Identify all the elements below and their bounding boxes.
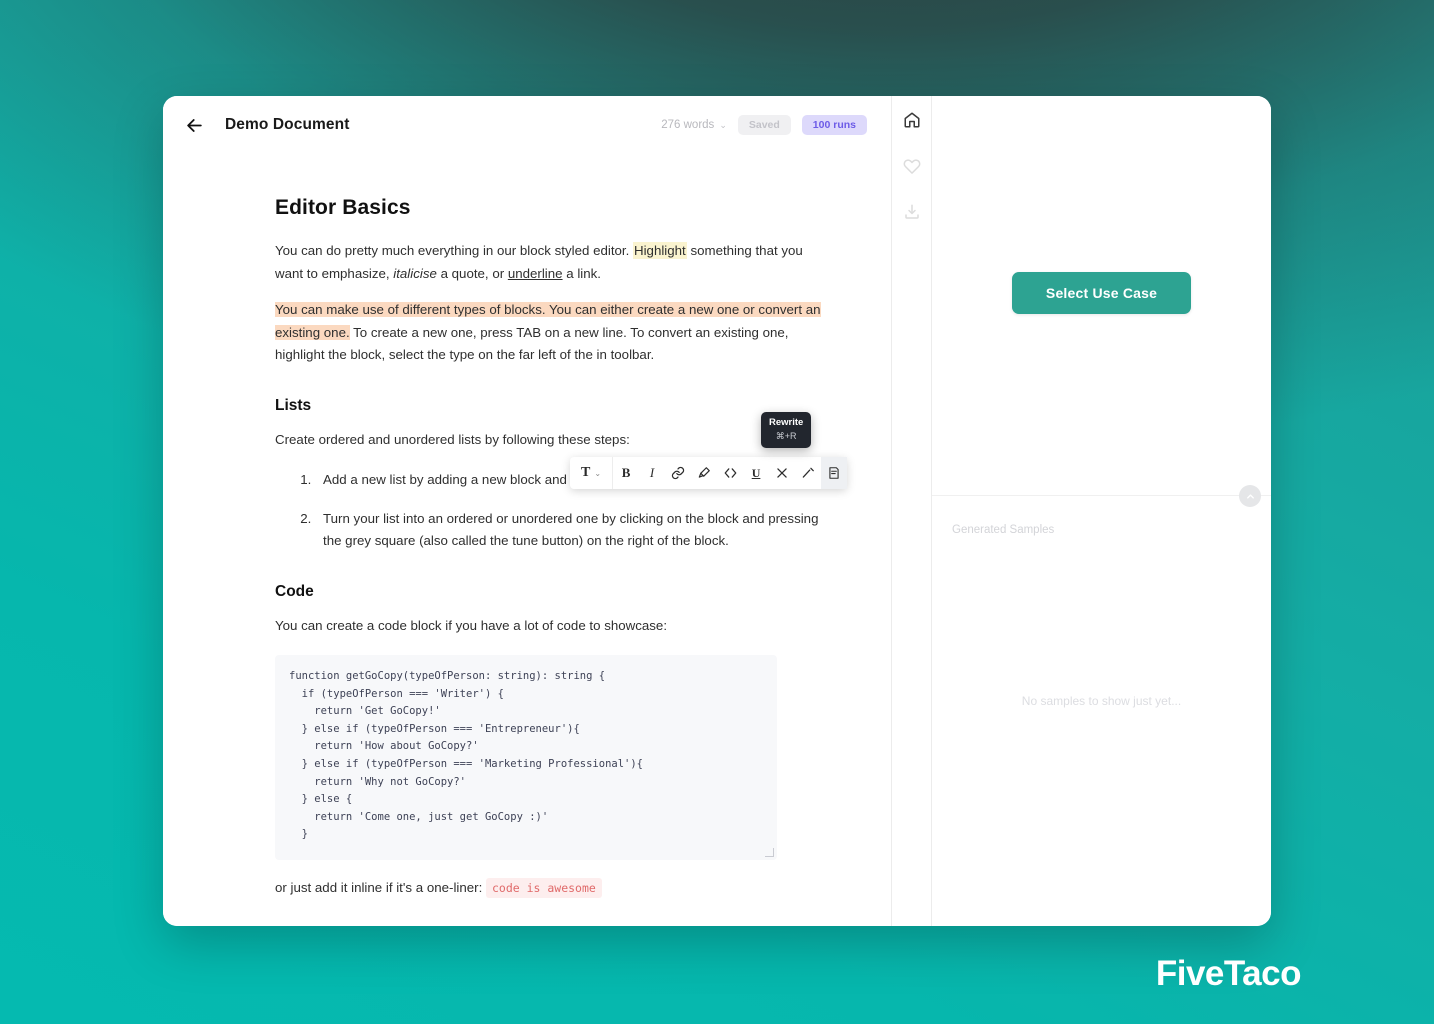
underline-icon[interactable]: U bbox=[743, 457, 769, 489]
collapse-panel-button[interactable] bbox=[1239, 485, 1261, 507]
download-icon[interactable] bbox=[900, 200, 924, 224]
italic-text: italicise bbox=[393, 265, 437, 281]
chevron-down-icon: ⌄ bbox=[594, 468, 602, 478]
use-case-area: Select Use Case bbox=[932, 96, 1271, 507]
underlined-link[interactable]: underline bbox=[508, 266, 563, 281]
text-segment: a link. bbox=[562, 265, 601, 281]
arrow-left-icon[interactable] bbox=[181, 112, 207, 138]
code-block-content: function getGoCopy(typeOfPerson: string)… bbox=[289, 670, 644, 841]
marker-icon[interactable] bbox=[691, 457, 717, 489]
samples-panel: Select Use Case Generated Samples No sam… bbox=[932, 96, 1271, 926]
generated-samples-label: Generated Samples bbox=[952, 524, 1055, 536]
runs-count-badge[interactable]: 100 runs bbox=[801, 114, 867, 136]
doc-heading-code: Code bbox=[275, 582, 314, 600]
resize-handle[interactable] bbox=[765, 847, 774, 857]
app-window: Demo Document 276 words ⌄ Saved 100 runs… bbox=[163, 96, 1271, 926]
rewrite-icon[interactable] bbox=[821, 457, 848, 489]
editor-pane: Demo Document 276 words ⌄ Saved 100 runs… bbox=[163, 96, 892, 926]
word-count-dropdown[interactable]: 276 words ⌄ bbox=[661, 119, 727, 131]
highlighted-text: Highlight bbox=[633, 242, 687, 259]
doc-paragraph-intro: You can do pretty much everything in our… bbox=[275, 240, 831, 285]
rewrite-tooltip: Rewrite ⌘+R bbox=[761, 412, 812, 448]
list-item: Turn your list into an ordered or unorde… bbox=[315, 508, 831, 553]
block-type-selector[interactable]: T ⌄ bbox=[570, 457, 614, 489]
home-icon[interactable] bbox=[900, 108, 924, 132]
link-icon[interactable] bbox=[665, 457, 691, 489]
document-content[interactable]: Editor Basics You can do pretty much eve… bbox=[163, 154, 891, 898]
right-rail bbox=[892, 96, 932, 926]
heart-icon[interactable] bbox=[900, 154, 924, 178]
chevron-down-icon: ⌄ bbox=[719, 119, 727, 130]
page-title: Demo Document bbox=[225, 116, 350, 133]
superscript-icon[interactable] bbox=[795, 457, 821, 489]
text-segment: You can do pretty much everything in our… bbox=[275, 243, 633, 258]
strikethrough-icon[interactable] bbox=[769, 457, 795, 489]
text-segment: To create a new one, press TAB on a new … bbox=[275, 324, 789, 363]
format-toolbar[interactable]: T ⌄ B I U bbox=[570, 457, 848, 489]
samples-empty-state: No samples to show just yet... bbox=[1021, 694, 1182, 708]
inline-code-icon[interactable] bbox=[717, 457, 743, 489]
code-block[interactable]: function getGoCopy(typeOfPerson: string)… bbox=[275, 655, 777, 860]
tooltip-shortcut: ⌘+R bbox=[775, 431, 797, 441]
text-type-icon: T bbox=[581, 465, 591, 480]
inline-code-text: code is awesome bbox=[485, 877, 602, 898]
doc-heading-editor-basics: Editor Basics bbox=[275, 196, 411, 219]
editor-header: Demo Document 276 words ⌄ Saved 100 runs bbox=[163, 96, 891, 154]
tooltip-label: Rewrite bbox=[769, 417, 804, 428]
bold-icon[interactable]: B bbox=[613, 457, 639, 489]
select-use-case-button[interactable]: Select Use Case bbox=[1011, 272, 1192, 314]
saved-status-badge: Saved bbox=[737, 114, 791, 136]
italic-icon[interactable]: I bbox=[639, 457, 665, 489]
doc-paragraph-blocks: You can make use of different types of b… bbox=[275, 299, 831, 367]
doc-heading-lists: Lists bbox=[275, 396, 312, 414]
header-actions: 276 words ⌄ Saved 100 runs bbox=[661, 114, 867, 136]
text-segment: or just add it inline if it's a one-line… bbox=[275, 879, 486, 895]
word-count-label: 276 words bbox=[661, 119, 715, 131]
doc-paragraph-lists-intro: Create ordered and unordered lists by fo… bbox=[275, 431, 630, 447]
fivetaco-watermark: FiveTaco bbox=[1155, 954, 1302, 993]
text-segment: a quote, or bbox=[436, 265, 508, 281]
doc-paragraph-code-intro: You can create a code block if you have … bbox=[275, 617, 668, 633]
doc-paragraph-inline-code: or just add it inline if it's a one-line… bbox=[275, 877, 831, 898]
